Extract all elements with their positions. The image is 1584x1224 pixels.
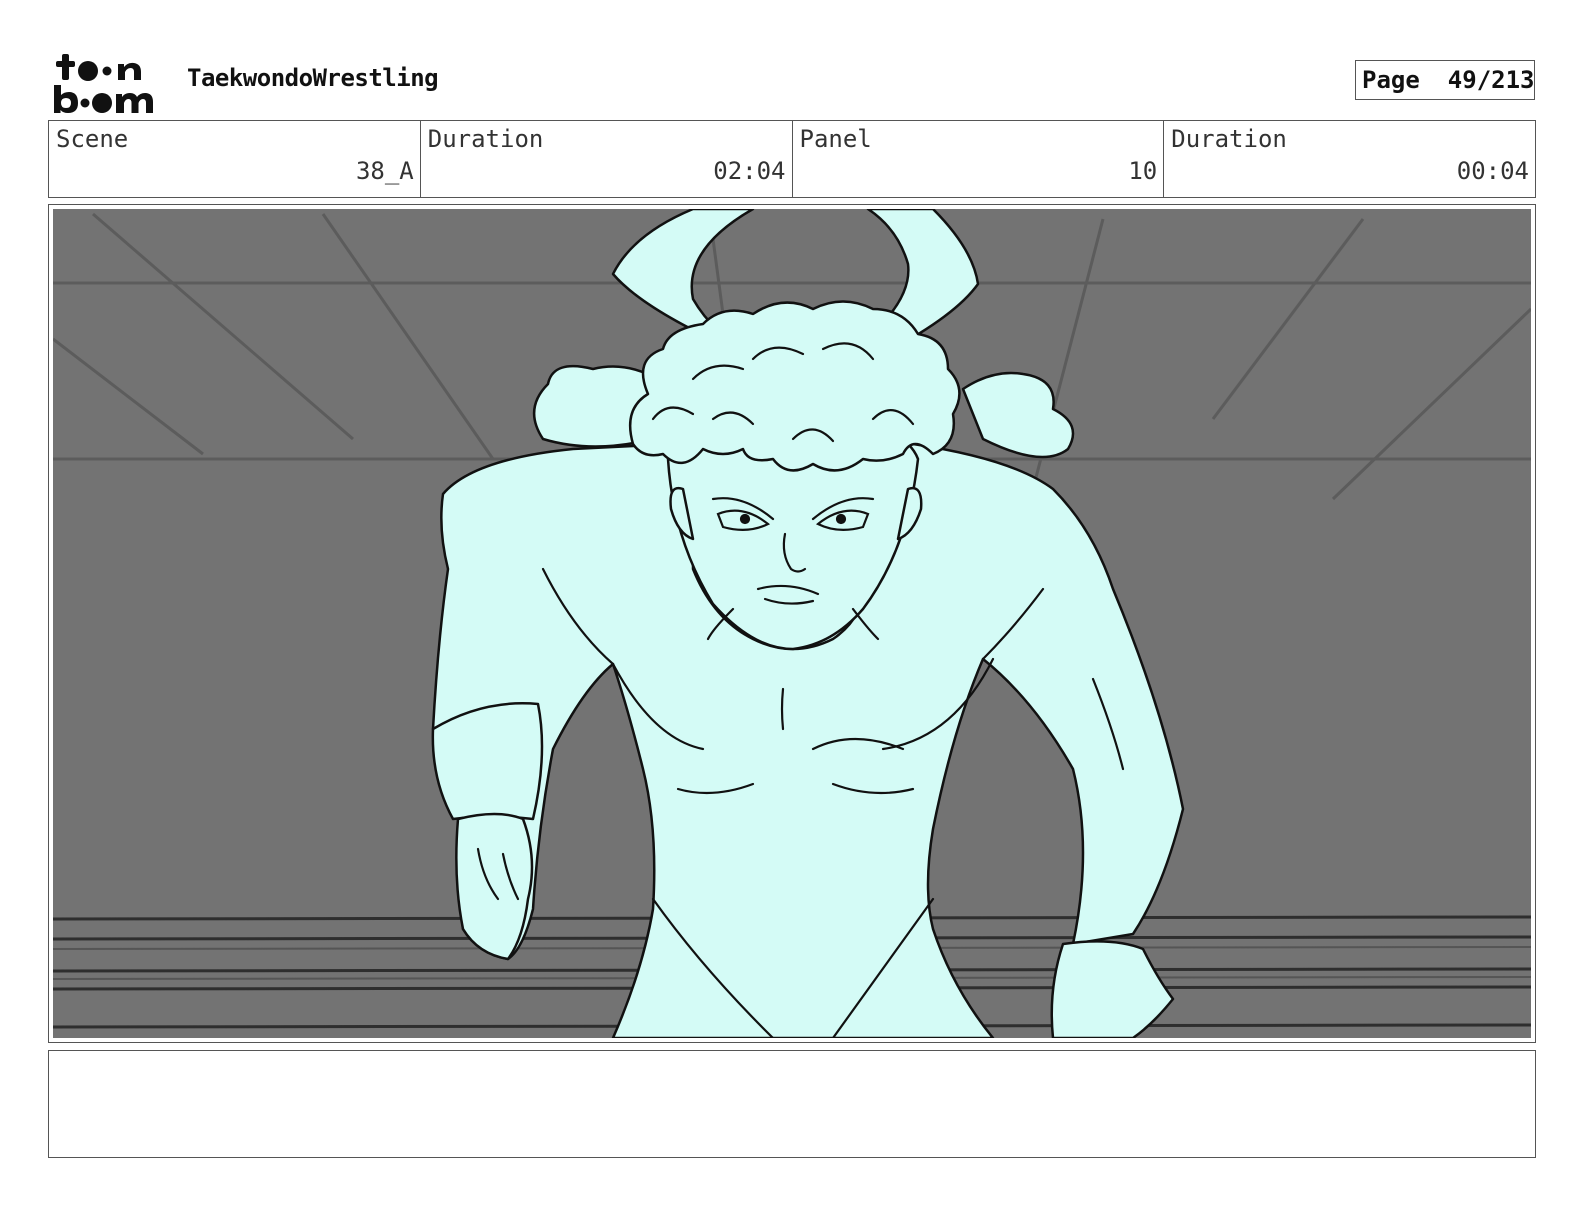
page-label: Page: [1362, 66, 1420, 94]
panel-notes-box: [48, 1050, 1536, 1158]
scene-cell: Scene 38_A: [49, 121, 421, 197]
panel-cell: Panel 10: [793, 121, 1165, 197]
scene-duration-value: 02:04: [713, 157, 786, 185]
page-number: 49/213: [1447, 66, 1535, 94]
scene-duration-label: Duration: [427, 125, 544, 153]
project-title: TaekwondoWrestling: [187, 64, 439, 92]
toonboom-logo: [52, 52, 164, 114]
panel-value: 10: [1128, 157, 1158, 185]
scene-info-row: Scene 38_A Duration 02:04 Panel 10 Durat…: [48, 120, 1536, 198]
storyboard-panel-image: [53, 209, 1531, 1038]
panel-duration-value: 00:04: [1456, 157, 1529, 185]
scene-label: Scene: [56, 125, 129, 153]
panel-duration-cell: Duration 00:04: [1164, 121, 1535, 197]
panel-label: Panel: [799, 125, 872, 153]
scene-duration-cell: Duration 02:04: [421, 121, 793, 197]
scene-value: 38_A: [355, 157, 414, 185]
panel-drawing: [53, 209, 1531, 1038]
toonboom-logo-icon: [54, 54, 153, 113]
storyboard-panel-frame: [48, 204, 1536, 1043]
page-indicator: Page 49/213: [1355, 60, 1535, 100]
panel-duration-label: Duration: [1171, 125, 1287, 153]
